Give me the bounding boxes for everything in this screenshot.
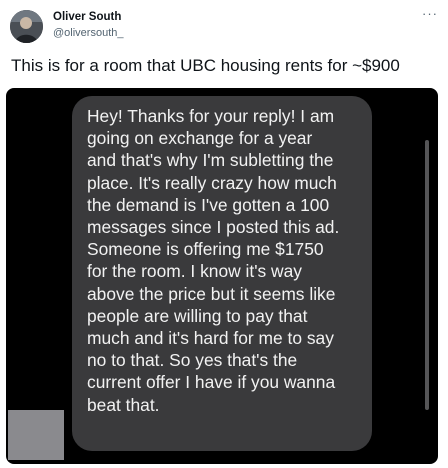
tweet-media-image[interactable]: Hey! Thanks for your reply! I am going o… (6, 88, 438, 464)
message-line: for the room. I know it's way (87, 261, 302, 282)
message-bubble: Hey! Thanks for your reply! I am going o… (72, 96, 372, 451)
message-line: no to that. So yes that's the (87, 350, 298, 371)
message-line: beat that. (87, 394, 160, 415)
scrollbar[interactable] (425, 140, 429, 410)
message-line: Someone is offering me $1750 (87, 239, 324, 260)
display-name[interactable]: Oliver South (53, 11, 121, 23)
message-line: messages since I posted this ad. (87, 217, 340, 238)
message-line: and that's why I'm subletting the (87, 150, 334, 171)
message-line: the demand is I've gotten a 100 (87, 194, 330, 215)
message-text: Hey! Thanks for your reply! I am going o… (87, 105, 339, 416)
message-line: above the price but it seems like (87, 283, 336, 304)
tweet-text: This is for a room that UBC housing rent… (11, 56, 400, 75)
message-line: much and it's hard for me to say (87, 328, 334, 349)
profile-photo-icon (10, 10, 43, 43)
message-line: current offer I have if you wanna (87, 372, 336, 393)
tweet-card: Oliver South @oliversouth_ ··· This is f… (0, 0, 448, 468)
message-line: Hey! Thanks for your reply! I am (87, 106, 335, 126)
more-options-icon[interactable]: ··· (422, 6, 438, 21)
sender-avatar-placeholder (8, 410, 64, 460)
message-line: going on exchange for a year (87, 128, 313, 149)
avatar[interactable] (10, 10, 43, 43)
message-line: people are willing to pay that (87, 305, 308, 326)
message-line: place. It's really crazy how much (87, 172, 337, 193)
user-handle[interactable]: @oliversouth_ (53, 27, 123, 39)
